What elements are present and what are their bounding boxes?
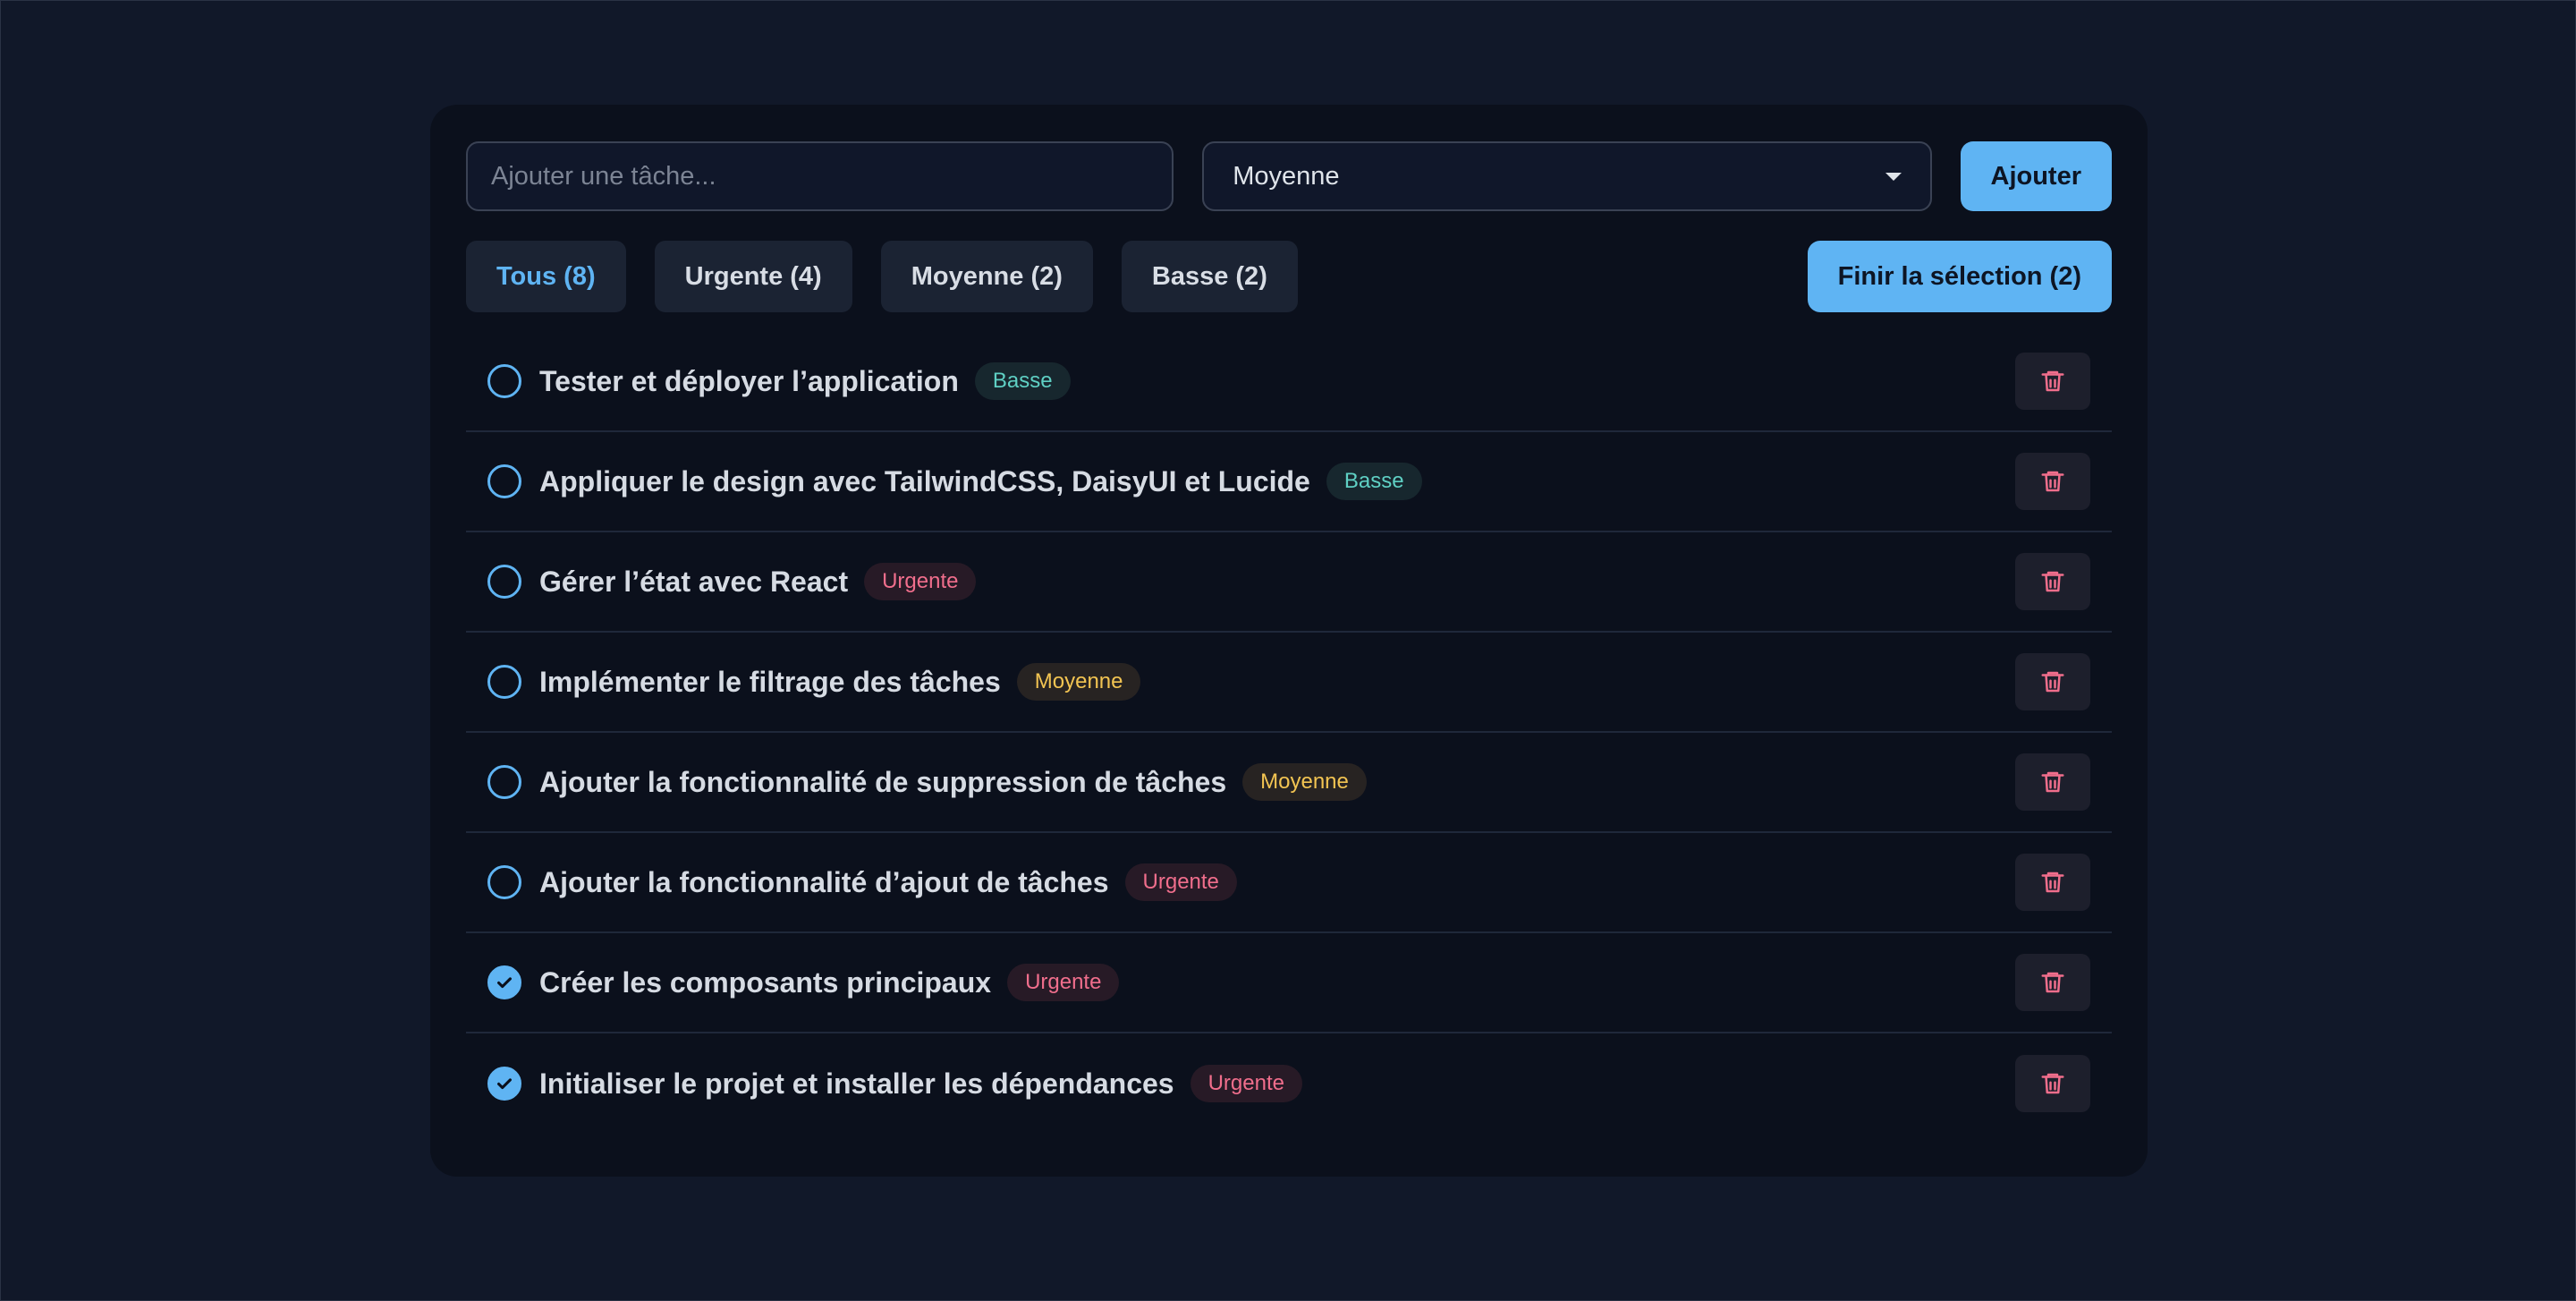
trash-icon <box>2039 769 2066 795</box>
task-row: Créer les composants principaux Urgente <box>466 933 2112 1033</box>
trash-icon <box>2039 468 2066 495</box>
delete-button[interactable] <box>2015 954 2090 1011</box>
trash-icon <box>2039 1070 2066 1097</box>
chevron-down-icon <box>1885 172 1902 181</box>
circle-icon[interactable] <box>487 464 521 498</box>
delete-button[interactable] <box>2015 753 2090 811</box>
trash-icon <box>2039 969 2066 996</box>
check-icon <box>497 1078 512 1090</box>
task-title: Ajouter la fonctionnalité de suppression… <box>539 765 1227 798</box>
task-title: Ajouter la fonctionnalité d’ajout de tâc… <box>539 865 1109 898</box>
priority-badge: Basse <box>1326 463 1422 500</box>
circle-icon[interactable] <box>487 364 521 398</box>
filter-bar: Tous (8) Urgente (4) Moyenne (2) Basse (… <box>466 241 2112 312</box>
check-circle-icon[interactable] <box>487 965 521 999</box>
circle-icon[interactable] <box>487 665 521 699</box>
circle-icon[interactable] <box>487 865 521 899</box>
task-row: Tester et déployer l’application Basse <box>466 332 2112 432</box>
task-list: Tester et déployer l’application Basse App… <box>466 332 2112 1134</box>
priority-badge: Urgente <box>1124 863 1237 901</box>
task-title: Implémenter le filtrage des tâches <box>539 665 1001 698</box>
trash-icon <box>2039 869 2066 896</box>
add-task-form: Moyenne Ajouter <box>466 140 2112 212</box>
delete-button[interactable] <box>2015 1055 2090 1112</box>
task-title: Gérer l’état avec React <box>539 565 849 598</box>
filter-urgent-button[interactable]: Urgente (4) <box>654 241 852 312</box>
delete-button[interactable] <box>2015 653 2090 710</box>
task-row: Ajouter la fonctionnalité de suppression… <box>466 733 2112 833</box>
priority-badge: Urgente <box>864 563 977 600</box>
task-row: Ajouter la fonctionnalité d’ajout de tâc… <box>466 833 2112 933</box>
filter-all-button[interactable]: Tous (8) <box>466 241 626 312</box>
todo-card: Moyenne Ajouter Tous (8) Urgente (4) Moy… <box>430 105 2148 1177</box>
circle-icon[interactable] <box>487 765 521 799</box>
check-circle-icon[interactable] <box>487 1067 521 1101</box>
delete-button[interactable] <box>2015 353 2090 410</box>
task-input[interactable] <box>466 141 1174 211</box>
delete-button[interactable] <box>2015 553 2090 610</box>
delete-button[interactable] <box>2015 453 2090 510</box>
priority-badge: Basse <box>974 362 1071 400</box>
priority-badge: Urgente <box>1190 1065 1302 1102</box>
priority-badge: Moyenne <box>1242 763 1367 801</box>
priority-badge: Urgente <box>1007 964 1120 1001</box>
trash-icon <box>2039 668 2066 695</box>
finish-selection-button[interactable]: Finir la sélection (2) <box>1807 241 2112 312</box>
delete-button[interactable] <box>2015 854 2090 911</box>
task-row: Appliquer le design avec TailwindCSS, Da… <box>466 432 2112 532</box>
priority-badge: Moyenne <box>1016 663 1141 701</box>
filter-medium-button[interactable]: Moyenne (2) <box>880 241 1093 312</box>
task-title: Initialiser le projet et installer les d… <box>539 1067 1174 1100</box>
app-page: Moyenne Ajouter Tous (8) Urgente (4) Moy… <box>0 0 2576 1301</box>
check-icon <box>497 977 512 989</box>
task-row: Gérer l’état avec React Urgente <box>466 532 2112 633</box>
task-title: Tester et déployer l’application <box>539 364 959 397</box>
task-title: Créer les composants principaux <box>539 965 992 999</box>
filter-low-button[interactable]: Basse (2) <box>1121 241 1298 312</box>
trash-icon <box>2039 568 2066 595</box>
priority-select-value: Moyenne <box>1233 161 1340 191</box>
trash-icon <box>2039 368 2066 395</box>
add-button[interactable]: Ajouter <box>1960 141 2112 211</box>
priority-select[interactable]: Moyenne <box>1202 141 1932 211</box>
task-row: Implémenter le filtrage des tâches Moyenn… <box>466 633 2112 733</box>
task-row: Initialiser le projet et installer les d… <box>466 1033 2112 1134</box>
circle-icon[interactable] <box>487 565 521 599</box>
task-title: Appliquer le design avec TailwindCSS, Da… <box>539 464 1310 497</box>
